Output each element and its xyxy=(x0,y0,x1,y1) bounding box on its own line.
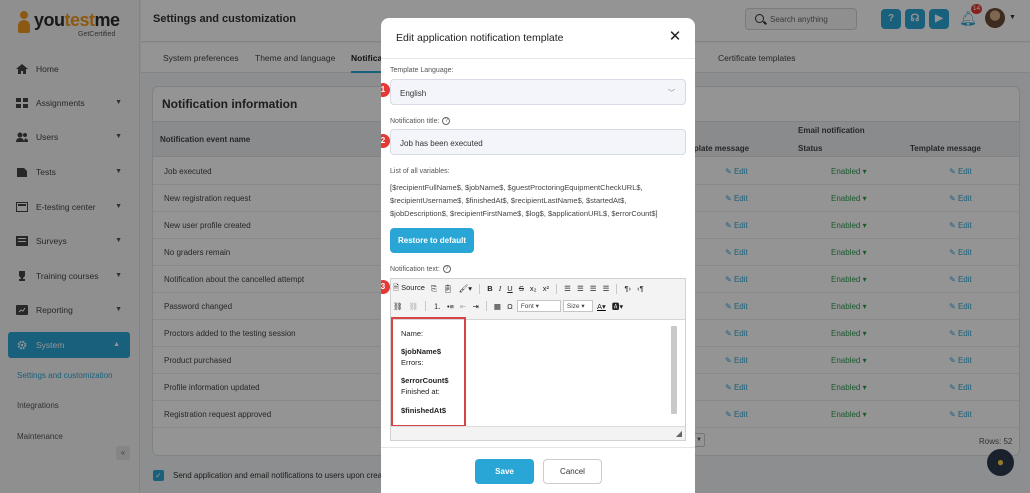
save-button[interactable]: Save xyxy=(475,459,534,484)
editor-toolbar-row-1: 🗎︎ Source ⎘ 📋︎ 🖌︎▾ B I U S x₂ x² ☰ ☰ ☰ ☰… xyxy=(391,282,685,300)
modal-footer: Save Cancel xyxy=(381,447,695,493)
outdent-icon[interactable]: ⇤ xyxy=(460,302,466,311)
edit-notification-template-modal: Edit application notification template ✕… xyxy=(381,18,695,493)
background-color-icon[interactable]: 🅰︎▾ xyxy=(612,301,623,312)
language-label: Template Language: xyxy=(390,67,454,74)
text-color-icon[interactable]: A▾ xyxy=(597,302,606,311)
notification-text-label: Notification text: xyxy=(390,265,440,273)
bold-icon[interactable]: B xyxy=(487,284,492,293)
strikethrough-icon[interactable]: S xyxy=(519,284,524,293)
size-select[interactable]: Size ▾ xyxy=(562,300,593,312)
notification-text-label-row: Notification text:? xyxy=(390,265,451,273)
notification-title-label-row: Notification title:? xyxy=(390,117,451,125)
help-circle-icon[interactable]: ? xyxy=(442,117,451,125)
special-character-icon[interactable]: Ω xyxy=(507,302,513,311)
notification-title-value: Job has been executed xyxy=(400,139,483,148)
modal-title: Edit application notification template xyxy=(396,32,564,44)
editor-scrollbar[interactable] xyxy=(671,326,677,414)
rich-text-editor: 🗎︎ Source ⎘ 📋︎ 🖌︎▾ B I U S x₂ x² ☰ ☰ ☰ ☰… xyxy=(390,278,686,441)
italic-icon[interactable]: I xyxy=(499,284,502,293)
variables-line: $recipientUsername$, $finishedAt$, $reci… xyxy=(390,196,627,205)
template-language-value: English xyxy=(400,89,427,98)
editor-text-line: Finished at: xyxy=(401,387,440,396)
align-justify-icon[interactable]: ☰ xyxy=(603,284,610,293)
help-circle-icon[interactable]: ? xyxy=(442,265,451,273)
variables-label: List of all variables: xyxy=(390,168,450,175)
align-center-icon[interactable]: ☰ xyxy=(577,284,584,293)
numbered-list-icon[interactable]: ⒈ xyxy=(433,301,441,312)
underline-icon[interactable]: U xyxy=(507,284,512,293)
paste-icon[interactable]: 📋︎ xyxy=(443,284,453,293)
restore-to-default-button[interactable]: Restore to default xyxy=(390,228,474,253)
unlink-icon[interactable]: ⛓︎ xyxy=(409,302,419,311)
modal-divider xyxy=(381,58,695,59)
editor-toolbar-row-2: ⛓︎ ⛓︎ ⒈ •≡ ⇤ ⇥ ▦ Ω Font ▾ Size ▾ A▾ 🅰︎▾ xyxy=(391,300,685,318)
notification-title-input[interactable]: Job has been executed xyxy=(390,129,686,155)
font-select[interactable]: Font ▾ xyxy=(516,300,561,312)
copy-icon[interactable]: ⎘ xyxy=(431,284,437,294)
variables-line: $jobDescription$, $recipientFirstName$, … xyxy=(390,209,658,218)
editor-content-area[interactable]: Name: $jobName$ Errors: $errorCount$ Fin… xyxy=(391,317,685,427)
chevron-down-icon: ﹀ xyxy=(668,90,675,97)
step-marker: 1 xyxy=(381,83,390,97)
editor-text-line: $finishedAt$ xyxy=(401,406,447,415)
template-language-select[interactable]: English ﹀ xyxy=(390,79,686,105)
step-marker: 2 xyxy=(381,134,390,148)
link-icon[interactable]: ⛓︎ xyxy=(393,302,403,311)
step-marker: 3 xyxy=(381,280,390,294)
align-right-icon[interactable]: ☰ xyxy=(590,284,597,293)
superscript-icon[interactable]: x² xyxy=(543,284,549,293)
editor-text-line: Name: xyxy=(401,329,424,338)
subscript-icon[interactable]: x₂ xyxy=(530,284,537,293)
table-icon[interactable]: ▦ xyxy=(494,302,501,311)
cancel-button[interactable]: Cancel xyxy=(543,459,602,484)
variables-list: [$recipientFullName$, $jobName$, $guestP… xyxy=(390,181,686,220)
indent-icon[interactable]: ⇥ xyxy=(472,302,478,311)
rtl-icon[interactable]: ‹¶ xyxy=(637,284,644,293)
align-left-icon[interactable]: ☰ xyxy=(564,284,571,293)
editor-text-line: $jobName$ xyxy=(401,347,442,356)
resize-handle-icon[interactable]: ◢ xyxy=(676,429,682,438)
variables-line: [$recipientFullName$, $jobName$, $guestP… xyxy=(390,183,643,192)
close-icon[interactable]: ✕ xyxy=(668,29,682,44)
format-painter-icon[interactable]: 🖌︎▾ xyxy=(459,284,472,293)
source-button[interactable]: 🗎︎ Source xyxy=(393,282,425,295)
editor-text-line: Errors: xyxy=(401,358,424,367)
notification-title-label: Notification title: xyxy=(390,117,440,125)
editor-text-line: $errorCount$ xyxy=(401,376,449,385)
bulleted-list-icon[interactable]: •≡ xyxy=(447,302,454,311)
editor-footer: ◢ xyxy=(391,426,685,440)
ltr-icon[interactable]: ¶› xyxy=(625,284,632,293)
